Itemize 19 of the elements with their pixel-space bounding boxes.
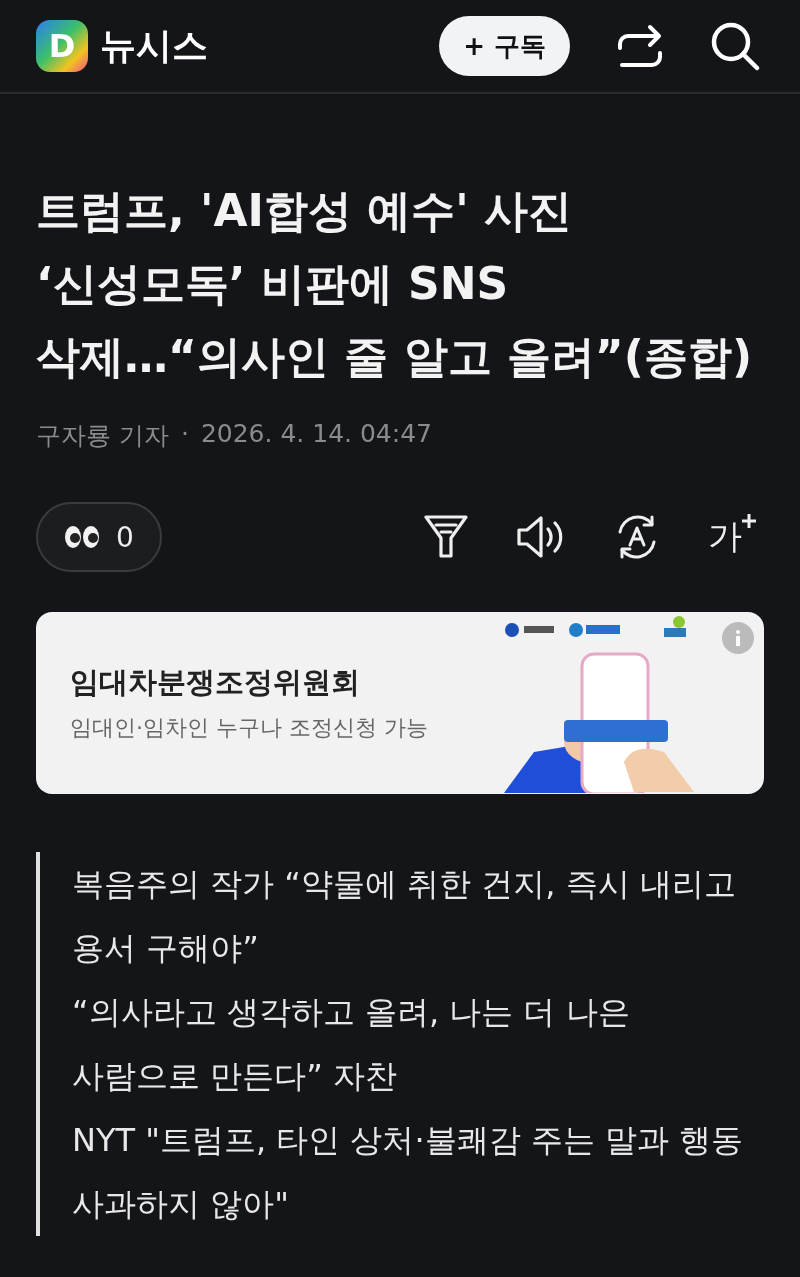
- article-title: 트럼프, 'AI합성 예수' 사진 ‘신성모독’ 비판에 SNS 삭제…“의사인 줄 알고 올려”(종합): [36, 184, 753, 384]
- ad-title: 임대차분쟁조정위원회: [70, 664, 361, 701]
- ad-banner[interactable]: 임대차분쟁조정위원회 임대인·임차인 누구나 조정신청 가능: [36, 612, 764, 794]
- summary-line: 복음주의 작가 “약물에 취한 건지, 즉시 내리고 용서 구해야”: [72, 864, 737, 969]
- plus-icon: [742, 514, 756, 528]
- search-icon[interactable]: [710, 21, 760, 71]
- reaction-count: 0: [116, 520, 134, 554]
- byline-separator: ·: [180, 419, 189, 450]
- publish-date: 2026. 4. 14. 04:47: [200, 419, 432, 450]
- reaction-button[interactable]: 0: [36, 502, 162, 572]
- eyes-icon: [64, 525, 100, 549]
- text-size-button[interactable]: 가: [708, 514, 756, 560]
- summary-line: NYT "트럼프, 타인 상처·불쾌감 주는 말과 행동 사과하지 않아": [72, 1120, 745, 1225]
- ad-subtitle: 임대인·임차인 누구나 조정신청 가능: [70, 714, 429, 742]
- summary-line: “의사라고 생각하고 올려, 나는 더 나은 사람으로 만든다” 자찬: [72, 992, 631, 1097]
- subscribe-button[interactable]: + 구독: [439, 16, 570, 76]
- author-name: 구자룡 기자: [36, 420, 169, 452]
- filter-icon[interactable]: [424, 514, 468, 560]
- brand-name: 뉴시스: [100, 23, 208, 68]
